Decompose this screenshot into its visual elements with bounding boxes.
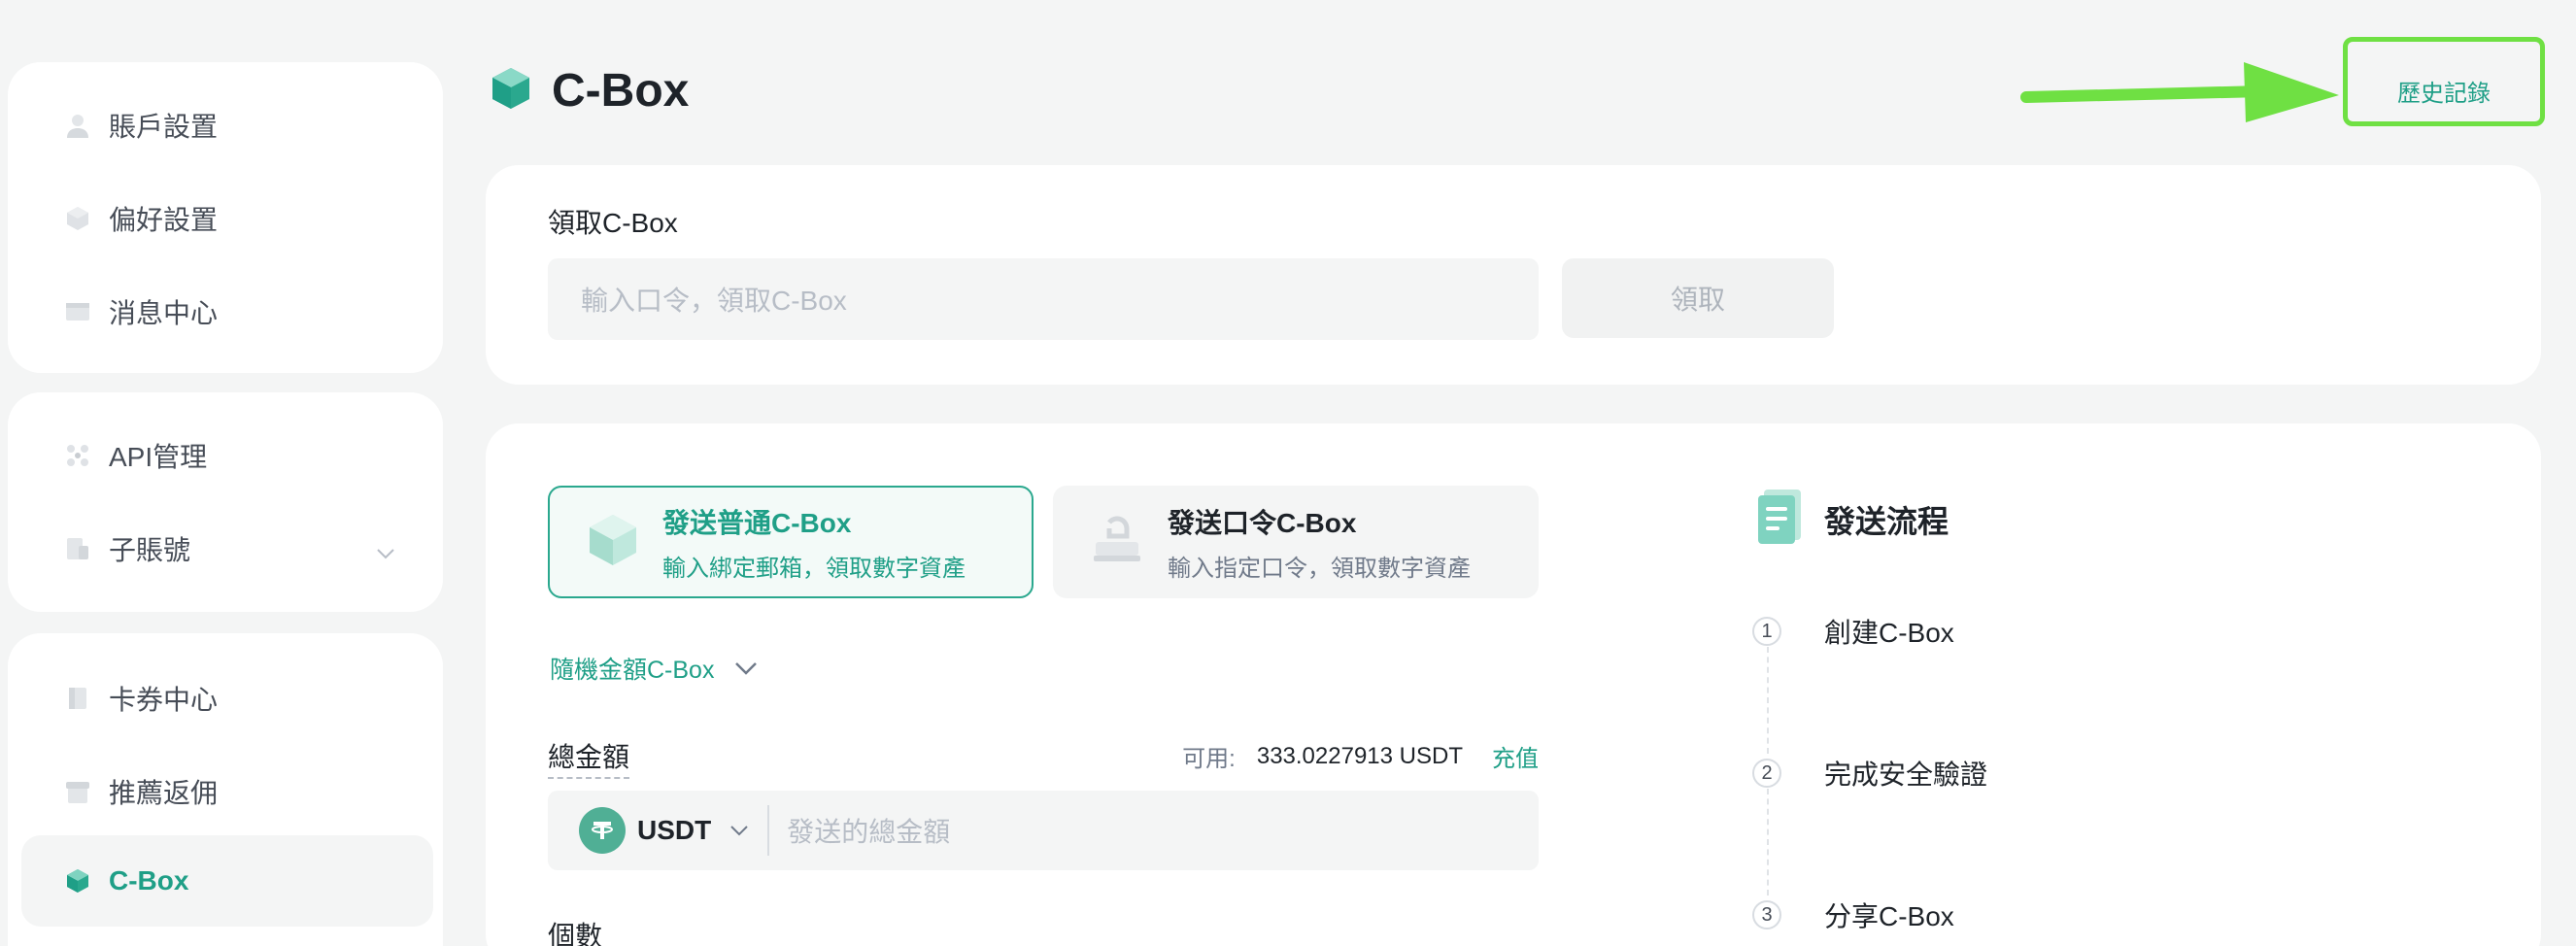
api-icon — [62, 440, 93, 471]
tether-icon — [579, 807, 626, 854]
sidebar-item-coupons[interactable]: 卡券中心 — [21, 653, 433, 744]
cbox-logo-icon — [490, 66, 532, 116]
preferences-icon — [62, 203, 93, 234]
passphrase-placeholder: 輸入口令，領取C-Box — [581, 286, 847, 316]
sidebar-item-preferences[interactable]: 偏好設置 — [21, 173, 433, 264]
sidebar-item-label: 賬戶設置 — [109, 112, 219, 142]
send-cbox-card: 發送普通C-Box 輸入綁定郵箱，領取數字資產 發送口令C-Box 輸入指定口令… — [486, 423, 2541, 946]
sidebar-group-api: API管理 子賬號 — [8, 392, 443, 612]
sidebar-item-account-settings[interactable]: 賬戶設置 — [21, 80, 433, 171]
divider — [767, 805, 770, 856]
option-passphrase-title: 發送口令C-Box — [1168, 507, 1357, 538]
step-label: 完成安全驗證 — [1824, 760, 1988, 790]
count-label: 個數 — [548, 921, 603, 946]
sidebar-item-label: 消息中心 — [109, 298, 219, 328]
page-title-text: C-Box — [552, 65, 690, 117]
step-number: 1 — [1752, 617, 1781, 646]
sidebar-item-label: 偏好設置 — [109, 205, 219, 235]
available-value: 333.0227913 USDT — [1256, 742, 1463, 769]
history-button[interactable]: 歷史記錄 — [2343, 37, 2545, 126]
sidebar-item-label: 推薦返佣 — [109, 778, 219, 808]
sidebar-item-label: C-Box — [109, 865, 189, 895]
sidebar-group-rewards: 卡券中心 推薦返佣 C-Box — [8, 633, 443, 946]
option-normal-cbox[interactable]: 發送普通C-Box 輸入綁定郵箱，領取數字資產 — [548, 486, 1034, 598]
sidebar-group-account: 賬戶設置 偏好設置 消息中心 — [8, 62, 443, 373]
coupon-icon — [62, 683, 93, 714]
history-label: 歷史記錄 — [2397, 80, 2491, 107]
sidebar-item-api[interactable]: API管理 — [21, 410, 433, 501]
chevron-down-icon[interactable] — [375, 536, 396, 567]
step-connector — [1767, 789, 1769, 895]
passphrase-input[interactable]: 輸入口令，領取C-Box — [548, 258, 1539, 340]
step-number: 2 — [1752, 759, 1781, 788]
option-normal-title: 發送普通C-Box — [662, 507, 852, 538]
sidebar-item-subaccount[interactable]: 子賬號 — [21, 503, 433, 594]
receive-title: 領取C-Box — [548, 208, 678, 238]
option-passphrase-desc: 輸入指定口令，領取數字資產 — [1168, 555, 1471, 582]
send-flow-title: 發送流程 — [1824, 503, 1949, 539]
available-balance: 可用: 333.0227913 USDT 充值 — [1182, 739, 1539, 773]
subaccount-icon — [62, 533, 93, 564]
referral-icon — [62, 776, 93, 807]
passphrase-stamp-icon — [1090, 513, 1144, 572]
chevron-down-icon — [735, 662, 758, 675]
flow-step: 3 分享C-Box — [1752, 895, 1954, 934]
step-number: 3 — [1752, 900, 1781, 929]
option-normal-desc: 輸入綁定郵箱，領取數字資產 — [662, 555, 966, 582]
page: 賬戶設置 偏好設置 消息中心 API管理 子賬號 卡券中心 推薦返佣 C-Box… — [0, 0, 2576, 946]
claim-button-label: 領取 — [1670, 285, 1725, 315]
cbox-mode-select[interactable]: 隨機金額C-Box — [550, 651, 759, 686]
sidebar-item-label: API管理 — [109, 442, 208, 472]
flow-step: 2 完成安全驗證 — [1752, 754, 1987, 793]
cbox-icon — [62, 865, 93, 896]
cube-icon — [587, 513, 639, 572]
message-icon — [62, 296, 93, 327]
sidebar-item-messages[interactable]: 消息中心 — [21, 266, 433, 357]
coin-name[interactable]: USDT — [637, 815, 711, 846]
total-amount-label: 總金額 — [548, 736, 630, 779]
send-flow-header: 發送流程 — [1754, 488, 1949, 551]
available-label: 可用: — [1182, 746, 1236, 772]
chevron-down-icon[interactable] — [729, 824, 750, 837]
recharge-link[interactable]: 充值 — [1492, 739, 1539, 773]
step-label: 創建C-Box — [1824, 618, 1954, 648]
sidebar-item-referral[interactable]: 推薦返佣 — [21, 746, 433, 837]
claim-button[interactable]: 領取 — [1562, 258, 1834, 338]
step-connector — [1767, 647, 1769, 754]
document-icon — [1754, 488, 1805, 551]
cbox-mode-value: 隨機金額C-Box — [550, 657, 715, 684]
sidebar-item-cbox[interactable]: C-Box — [21, 835, 433, 927]
sidebar-item-label: 子賬號 — [109, 535, 191, 565]
annotation-arrow — [2020, 62, 2339, 122]
receive-cbox-card: 領取C-Box 輸入口令，領取C-Box 領取 — [486, 165, 2541, 385]
sidebar-item-label: 卡券中心 — [109, 685, 219, 715]
option-passphrase-cbox[interactable]: 發送口令C-Box 輸入指定口令，領取數字資產 — [1053, 486, 1539, 598]
flow-step: 1 創建C-Box — [1752, 612, 1954, 651]
step-label: 分享C-Box — [1824, 901, 1954, 931]
total-amount-field[interactable]: USDT 發送的總金額 — [548, 791, 1539, 870]
page-title: C-Box — [490, 64, 689, 118]
total-amount-placeholder: 發送的總金額 — [787, 817, 951, 847]
user-icon — [62, 110, 93, 141]
